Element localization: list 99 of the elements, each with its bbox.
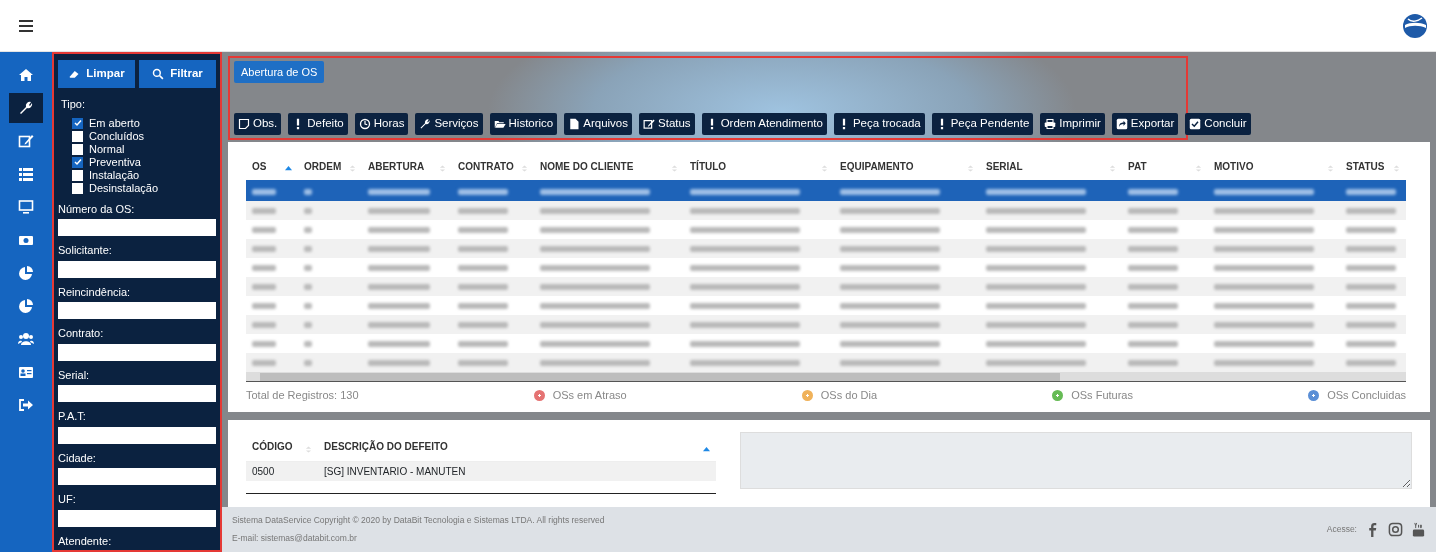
checkbox[interactable] — [72, 130, 83, 142]
field-label: Atendente: — [58, 533, 113, 549]
field-label: Solicitante: — [58, 243, 113, 258]
wrench-icon — [18, 100, 34, 116]
copyright-text: Sistema DataService Copyright © 2020 by DataBit Tecnologia e Sistemas LTDA. All rights reserved — [232, 514, 605, 527]
field-label: P.A.T: — [58, 409, 87, 424]
toolbar-button[interactable]: Defeito — [288, 113, 348, 135]
field-label: Serial: — [58, 367, 91, 383]
column-header[interactable]: MOTIVO — [1214, 158, 1254, 174]
field-label: Reincindência: — [58, 284, 132, 300]
sort-ascending-icon[interactable] — [285, 165, 292, 172]
toolbar-button[interactable]: Obs. — [234, 113, 282, 135]
record-count: Total de Registros: 130 — [246, 388, 359, 403]
toolbar-button[interactable]: Peça Pendente — [931, 113, 1034, 135]
edit-icon — [18, 133, 34, 149]
checkbox[interactable] — [72, 143, 83, 155]
wrench-icon — [419, 118, 432, 130]
input-field[interactable] — [58, 385, 216, 402]
field-label: Tipo: — [61, 97, 87, 112]
toolbar-button[interactable]: Horas — [354, 113, 409, 135]
column-header[interactable]: CÓDIGO — [252, 439, 293, 454]
users-icon — [18, 331, 34, 347]
column-header[interactable]: SERIAL — [986, 158, 1023, 174]
toolbar-button[interactable]: Concluir — [1185, 113, 1251, 135]
pie-chart-icon — [18, 265, 34, 281]
note-icon — [238, 118, 250, 130]
toolbar-button[interactable]: Serviços — [415, 113, 483, 135]
column-header[interactable]: ABERTURA — [368, 158, 425, 174]
share-icon — [1115, 118, 1128, 130]
clock-icon — [358, 118, 371, 130]
horizontal-scrollbar[interactable] — [246, 372, 1406, 382]
checkbox[interactable] — [72, 156, 83, 168]
column-header[interactable]: EQUIPAMENTO — [840, 158, 914, 174]
checkbox[interactable] — [72, 182, 83, 194]
id-card-icon — [18, 364, 34, 380]
sort-ascending-icon[interactable] — [703, 445, 710, 453]
title-tab[interactable]: Abertura de OS — [234, 61, 325, 83]
folder-icon — [493, 118, 506, 130]
input-field[interactable] — [58, 509, 216, 527]
checkbox[interactable] — [72, 117, 83, 129]
pie-chart-icon — [18, 298, 34, 314]
social-label: Acesse: — [1326, 523, 1357, 536]
column-header[interactable]: DESCRIÇÃO DO DEFEITO — [324, 439, 448, 454]
input-field[interactable] — [58, 426, 216, 444]
input-field[interactable] — [58, 343, 216, 361]
toolbar-button[interactable]: Imprimir — [1040, 113, 1105, 135]
field-label: UF: — [58, 492, 77, 507]
table-cell: 0500 — [246, 462, 318, 481]
legend-label: OSs Futuras — [1071, 388, 1133, 403]
email-text: E-mail: sistemas@databit.com.br — [232, 532, 358, 545]
toolbar-button[interactable]: Status — [639, 113, 695, 135]
printer-icon — [1044, 118, 1057, 130]
toolbar-button[interactable]: Exportar — [1111, 113, 1179, 135]
toolbar-button[interactable]: Arquivos — [564, 113, 632, 135]
youtube-icon[interactable] — [1411, 522, 1426, 537]
column-header[interactable]: PAT — [1128, 158, 1147, 174]
field-label: Contrato: — [58, 326, 105, 341]
checkbox-label: Preventiva — [89, 155, 141, 169]
exit-icon — [18, 397, 34, 413]
input-field[interactable] — [58, 468, 216, 485]
field-label: Número da OS: — [58, 201, 136, 217]
toolbar-button[interactable]: Historico — [489, 113, 558, 135]
search-icon — [152, 68, 165, 80]
table-row[interactable] — [246, 182, 1406, 201]
column-header[interactable]: TÍTULO — [690, 158, 727, 174]
toolbar-button[interactable]: Peça trocada — [833, 113, 925, 135]
column-header[interactable]: CONTRATO — [458, 158, 514, 174]
legend-label: OSs em Atraso — [552, 388, 627, 403]
filter-button[interactable]: Filtrar — [139, 60, 216, 88]
checkbox-label: Concluídos — [89, 129, 145, 143]
checkbox-label: Instalação — [89, 168, 140, 182]
edit-icon — [643, 118, 655, 130]
column-header[interactable]: ORDEM — [304, 158, 342, 174]
input-field[interactable] — [58, 219, 216, 236]
legend-label: OSs do Dia — [820, 388, 878, 403]
column-header[interactable]: OS — [252, 158, 267, 174]
checkbox-label: Desinstalação — [89, 181, 159, 195]
legend-label: OSs Concluidas — [1327, 388, 1406, 403]
checkbox-label: Normal — [89, 142, 125, 156]
checkbox[interactable] — [72, 169, 83, 181]
eraser-icon — [68, 68, 81, 80]
nav-item[interactable] — [9, 93, 43, 123]
instagram-icon[interactable] — [1388, 522, 1403, 537]
field-label: Cidade: — [58, 450, 97, 466]
checkbox-label: Em aberto — [89, 116, 140, 130]
house-icon — [18, 67, 34, 83]
monitor-icon — [18, 199, 34, 215]
table-cell: [SG] INVENTARIO - MANUTEN — [318, 462, 716, 481]
clear-button[interactable]: Limpar — [58, 60, 135, 88]
input-field[interactable] — [58, 260, 216, 278]
column-header[interactable]: STATUS — [1346, 158, 1385, 174]
column-header[interactable]: NOME DO CLIENTE — [540, 158, 634, 174]
toolbar-button[interactable]: Ordem Atendimento — [701, 113, 827, 135]
list-icon — [18, 166, 34, 182]
globe-logo-icon — [1402, 12, 1428, 39]
checkbox-icon — [1189, 118, 1202, 130]
file-icon — [568, 118, 581, 130]
input-field[interactable] — [58, 302, 216, 319]
menu-icon[interactable] — [19, 19, 33, 32]
